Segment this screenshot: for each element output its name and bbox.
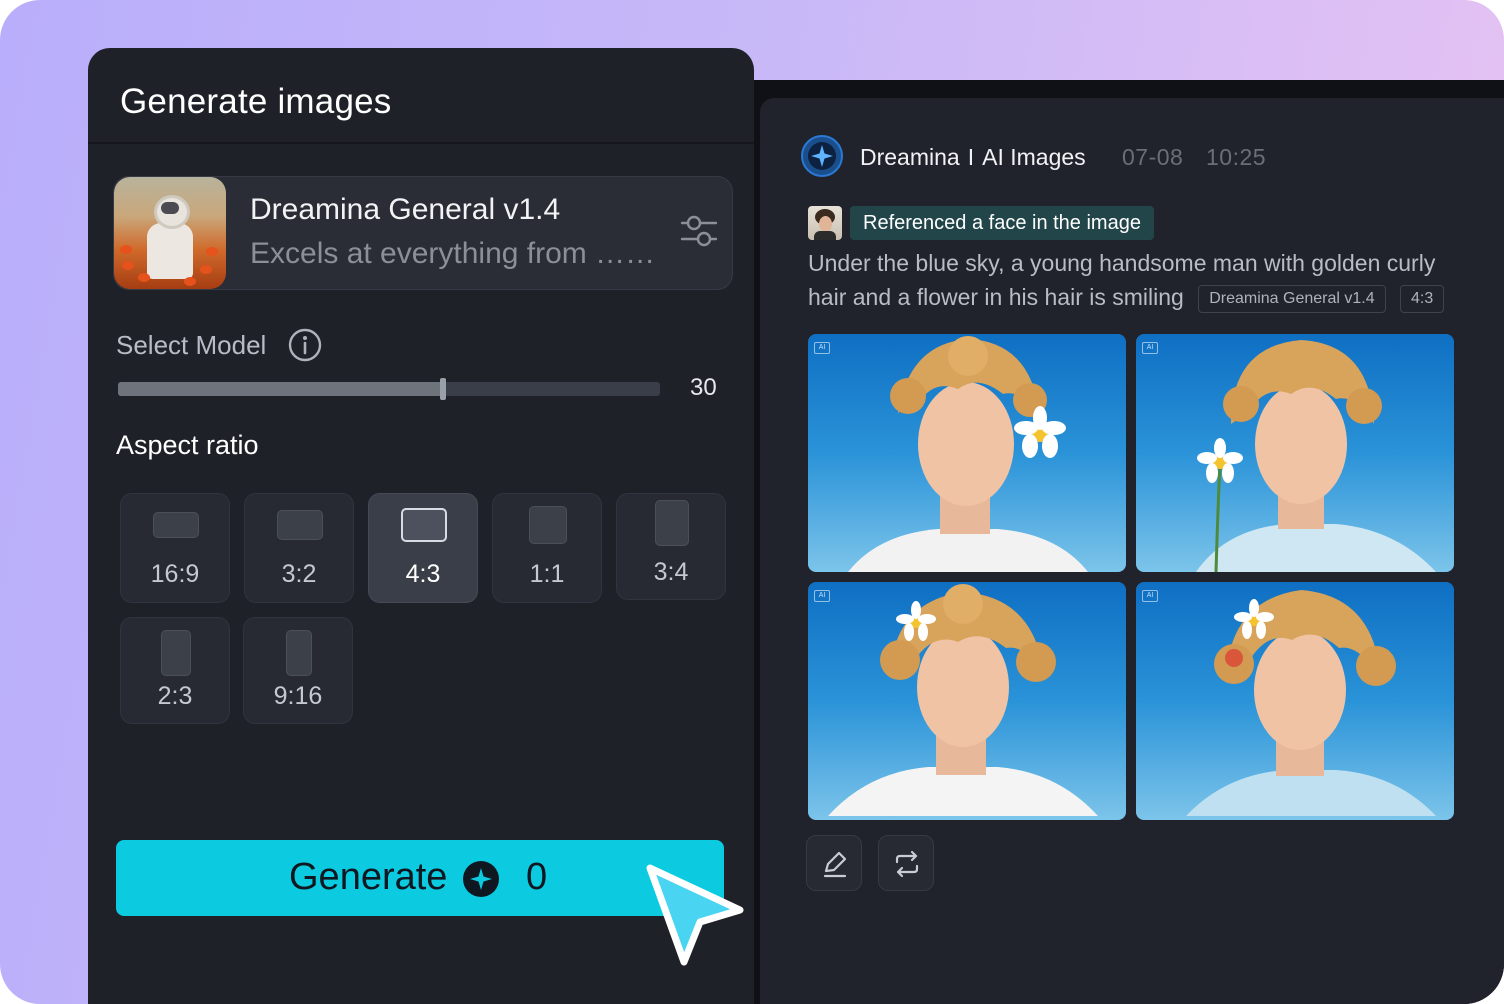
ratio-option-4-3[interactable]: 4:3 — [368, 493, 478, 603]
model-slider[interactable] — [118, 378, 660, 400]
ratio-label: 3:4 — [653, 558, 689, 586]
result-image-4[interactable]: AI — [1136, 582, 1454, 820]
ratio-label: 16:9 — [150, 560, 200, 588]
slider-fill — [118, 382, 444, 396]
result-image-1[interactable]: AI — [808, 334, 1126, 572]
ratio-tag: 4:3 — [1400, 284, 1445, 313]
info-icon[interactable] — [288, 328, 322, 362]
ratio-option-3-2[interactable]: 3:2 — [244, 493, 354, 603]
result-image-3[interactable]: AI — [808, 582, 1126, 820]
pointer-cursor-icon — [646, 864, 744, 966]
ratio-option-3-4[interactable]: 3:4 — [616, 493, 726, 600]
ratio-option-9-16[interactable]: 9:16 — [243, 617, 353, 724]
result-time: 10:25 — [1206, 144, 1267, 170]
curly-hair-portrait-image — [848, 336, 1088, 572]
dreamina-credit-icon — [463, 861, 499, 897]
generate-label: Generate — [289, 856, 448, 898]
dreamina-logo-icon — [801, 135, 843, 177]
results-panel: Dreamina I AI Images 07-08 10:25 Reference… — [760, 98, 1504, 1004]
ai-watermark: AI — [814, 342, 830, 354]
ai-watermark: AI — [814, 590, 830, 602]
curly-hair-portrait-image — [828, 584, 1098, 816]
model-card[interactable]: Dreamina General v1.4 Excels at everythi… — [113, 176, 733, 290]
prompt-text: Under the blue sky, a young handsome man… — [808, 246, 1468, 314]
ratio-label: 4:3 — [405, 560, 441, 588]
credit-count: 0 — [526, 856, 548, 898]
ai-watermark: AI — [1142, 342, 1158, 354]
title-divider — [88, 142, 754, 144]
ai-watermark: AI — [1142, 590, 1158, 602]
brand-name: Dreamina — [860, 144, 960, 170]
curly-hair-portrait-image — [1196, 340, 1436, 572]
ratio-label: 2:3 — [157, 682, 193, 710]
edit-icon — [823, 851, 847, 878]
edit-button[interactable] — [806, 835, 862, 891]
regenerate-icon — [895, 850, 919, 878]
ratio-label: 9:16 — [273, 682, 323, 710]
app-frame: Dreamina I AI Images 07-08 10:25 Reference… — [0, 0, 1504, 1004]
result-image-2[interactable]: AI — [1136, 334, 1454, 572]
ratio-label: 3:2 — [281, 560, 317, 588]
generate-button[interactable]: Generate 0 — [116, 840, 724, 916]
model-tag: Dreamina General v1.4 — [1198, 284, 1386, 313]
curly-hair-portrait-image — [1186, 590, 1436, 816]
select-model-label: Select Model — [116, 330, 267, 360]
reference-face-thumbnail[interactable] — [808, 206, 842, 240]
slider-handle[interactable] — [440, 378, 447, 400]
result-date: 07-08 — [1122, 144, 1184, 170]
result-header-title: Dreamina I AI Images — [860, 144, 1086, 171]
model-description: Excels at everything from …… — [250, 237, 656, 270]
regenerate-button[interactable] — [878, 835, 934, 891]
sliders-icon[interactable] — [680, 213, 718, 249]
model-name: Dreamina General v1.4 — [250, 193, 561, 226]
ratio-option-1-1[interactable]: 1:1 — [492, 493, 602, 603]
ratio-option-16-9[interactable]: 16:9 — [120, 493, 230, 603]
slider-value: 30 — [690, 374, 717, 401]
reference-badge: Referenced a face in the image — [850, 206, 1154, 240]
section-name: AI Images — [982, 144, 1086, 170]
aspect-ratio-label: Aspect ratio — [116, 430, 259, 460]
brand-separator: I — [967, 144, 975, 170]
model-thumbnail — [114, 177, 226, 289]
ratio-label: 1:1 — [529, 560, 565, 588]
panel-title: Generate images — [120, 82, 392, 121]
ratio-option-2-3[interactable]: 2:3 — [120, 617, 230, 724]
